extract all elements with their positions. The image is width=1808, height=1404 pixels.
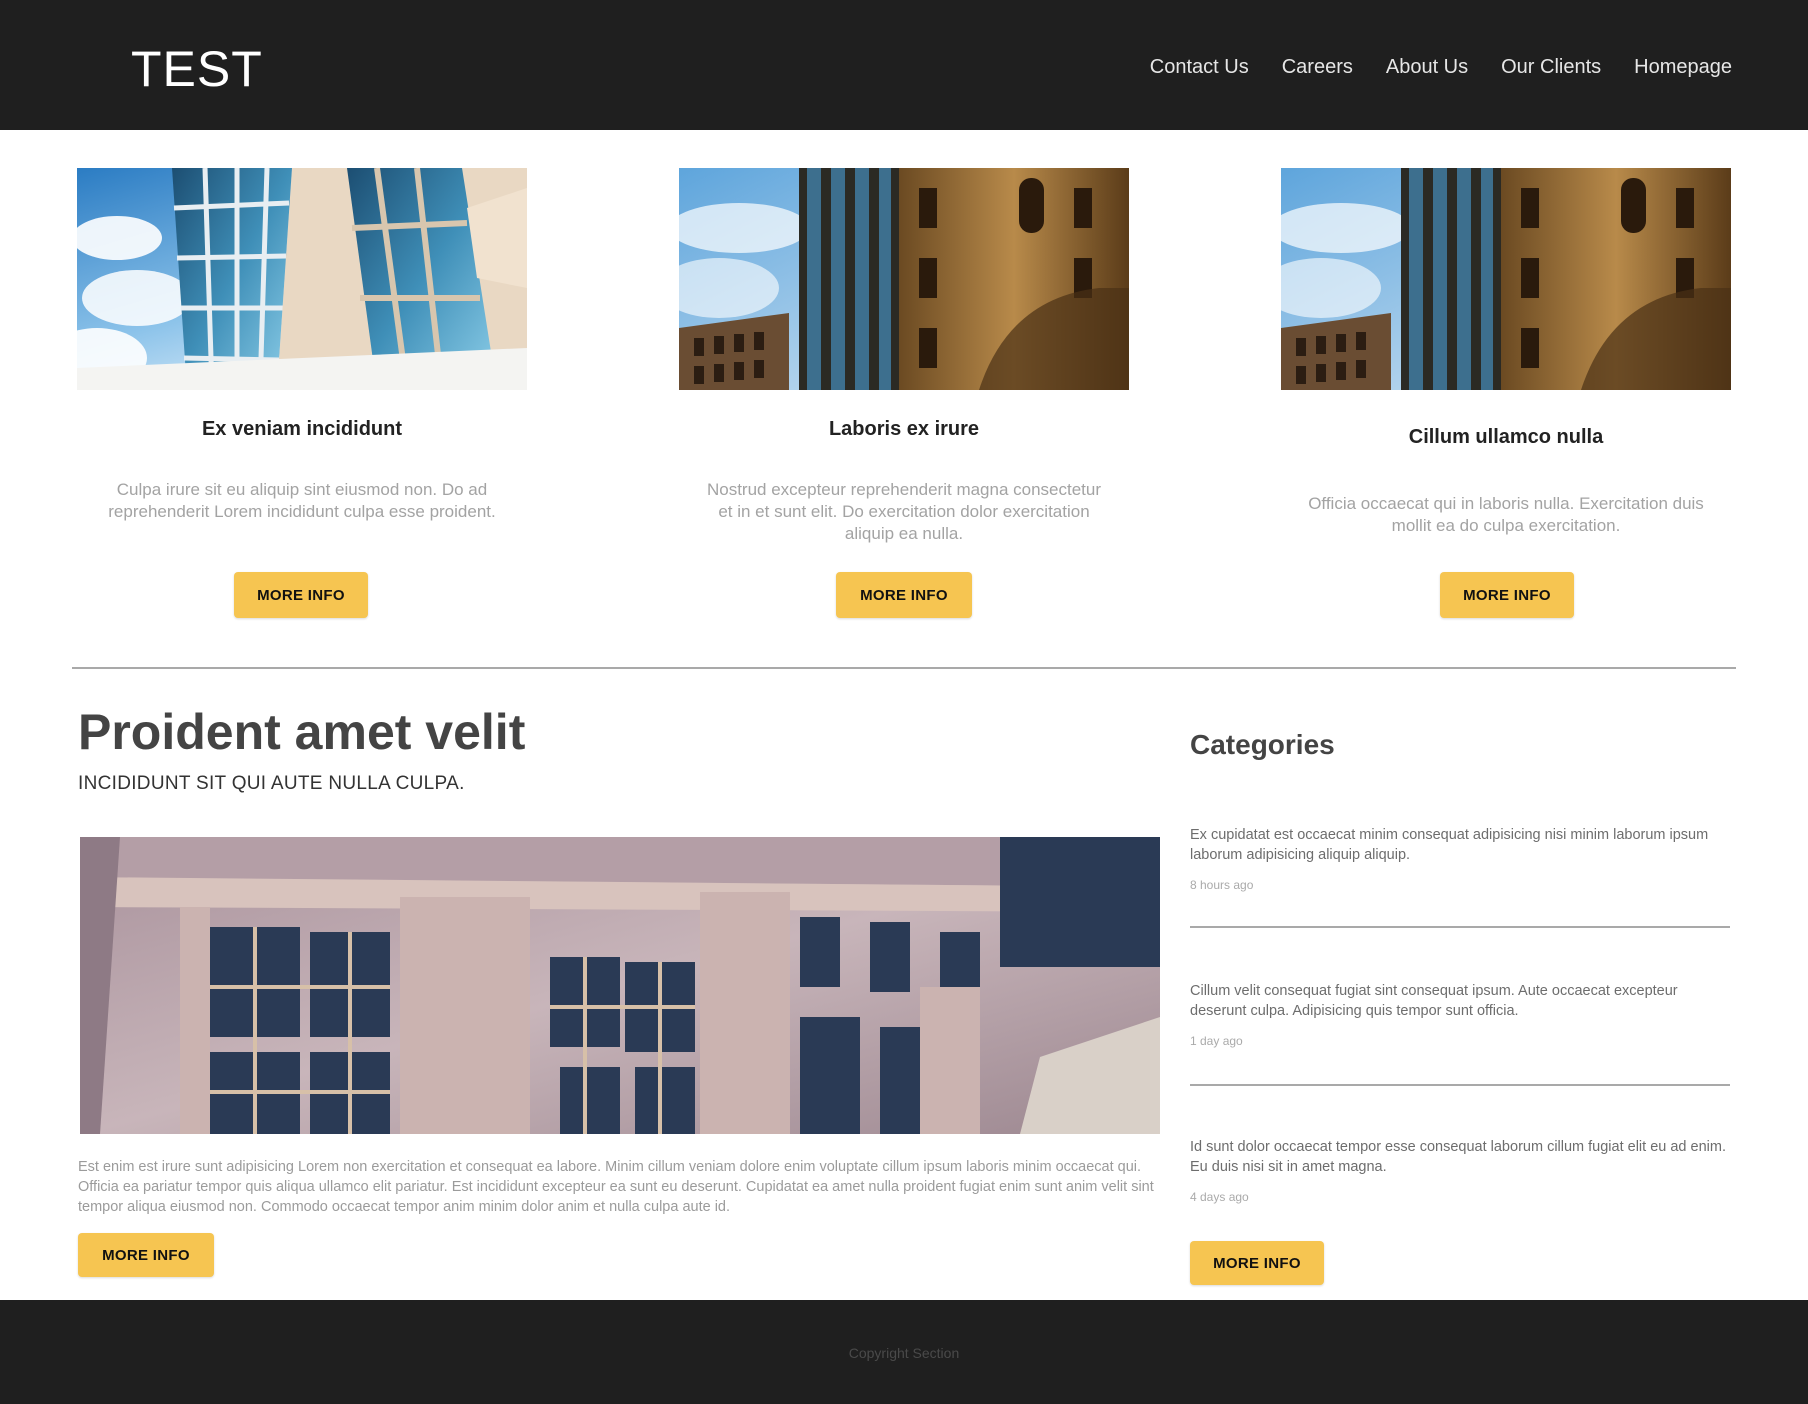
category-item[interactable]: Id sunt dolor occaecat tempor esse conse… bbox=[1190, 1137, 1730, 1204]
nav-homepage[interactable]: Homepage bbox=[1634, 56, 1732, 79]
site-footer: Copyright Section bbox=[0, 1300, 1808, 1404]
copyright-text: Copyright Section bbox=[848, 1345, 960, 1361]
category-divider bbox=[1190, 926, 1730, 928]
card-image-stone-building bbox=[679, 168, 1129, 390]
card-description: Nostrud excepteur reprehenderit magna co… bbox=[706, 480, 1102, 543]
card-description: Officia occaecat qui in laboris nulla. E… bbox=[1308, 494, 1704, 535]
feature-card: Cillum ullamco nulla Officia occaecat qu… bbox=[1281, 168, 1731, 618]
more-info-button[interactable]: MORE INFO bbox=[78, 1233, 214, 1277]
nav-contact-us[interactable]: Contact Us bbox=[1150, 56, 1249, 79]
card-title: Ex veniam incididunt bbox=[201, 418, 403, 440]
nav-careers[interactable]: Careers bbox=[1282, 56, 1353, 79]
category-divider bbox=[1190, 1084, 1730, 1086]
card-title: Cillum ullamco nulla bbox=[1408, 426, 1604, 448]
card-description: Culpa irure sit eu aliquip sint eiusmod … bbox=[108, 480, 496, 521]
article-image-granite-building bbox=[80, 837, 1160, 1134]
article-body: Est enim est irure sunt adipisicing Lore… bbox=[78, 1159, 1154, 1215]
category-item-time: 4 days ago bbox=[1190, 1190, 1249, 1204]
feature-card: Ex veniam incididunt Culpa irure sit eu … bbox=[77, 168, 527, 618]
feature-card: Laboris ex irure Nostrud excepteur repre… bbox=[679, 168, 1129, 618]
card-image-glass-building bbox=[77, 168, 527, 390]
section-divider bbox=[72, 667, 1736, 669]
category-item-text: Id sunt dolor occaecat tempor esse conse… bbox=[1190, 1139, 1726, 1175]
article-subtitle: INCIDIDUNT SIT QUI AUTE NULLA CULPA. bbox=[78, 773, 465, 794]
more-info-button[interactable]: MORE INFO bbox=[234, 572, 368, 618]
category-item[interactable]: Cillum velit consequat fugiat sint conse… bbox=[1190, 981, 1730, 1048]
category-item-text: Cillum velit consequat fugiat sint conse… bbox=[1190, 983, 1678, 1019]
more-info-button[interactable]: MORE INFO bbox=[836, 572, 972, 618]
nav-our-clients[interactable]: Our Clients bbox=[1501, 56, 1601, 79]
article-title: Proident amet velit bbox=[78, 704, 526, 760]
main-nav: Contact Us Careers About Us Our Clients … bbox=[1150, 56, 1732, 79]
category-item-text: Ex cupidatat est occaecat minim consequa… bbox=[1190, 827, 1709, 863]
categories-title: Categories bbox=[1190, 729, 1335, 760]
category-item-time: 1 day ago bbox=[1190, 1034, 1243, 1048]
card-image-stone-building bbox=[1281, 168, 1731, 390]
more-info-button[interactable]: MORE INFO bbox=[1190, 1241, 1324, 1285]
site-header: TEST Contact Us Careers About Us Our Cli… bbox=[0, 0, 1808, 130]
card-title: Laboris ex irure bbox=[828, 418, 980, 440]
site-logo[interactable]: TEST bbox=[131, 40, 263, 98]
category-item-time: 8 hours ago bbox=[1190, 878, 1254, 892]
category-item[interactable]: Ex cupidatat est occaecat minim consequa… bbox=[1190, 825, 1730, 892]
more-info-button[interactable]: MORE INFO bbox=[1440, 572, 1574, 618]
nav-about-us[interactable]: About Us bbox=[1386, 56, 1468, 79]
